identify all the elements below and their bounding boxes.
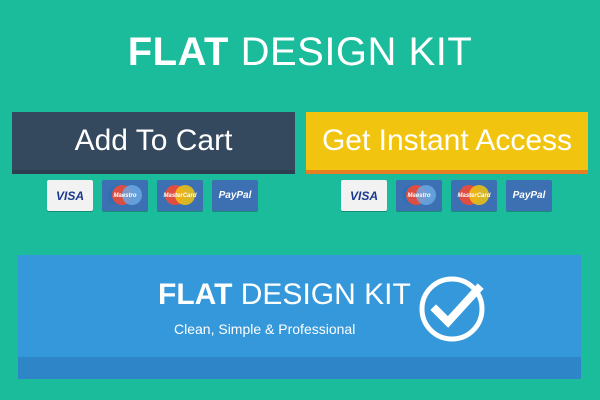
paypal-card-icon: PayPal (506, 180, 552, 211)
mastercard-label: MasterCard (457, 192, 491, 199)
mastercard-label: MasterCard (163, 192, 197, 199)
maestro-label: Maestro (113, 192, 137, 199)
checkmark-circle-icon (419, 276, 485, 342)
maestro-card-icon: Maestro (102, 180, 148, 211)
maestro-label: Maestro (407, 192, 431, 199)
mastercard-card-icon: MasterCard (157, 180, 203, 211)
banner-title-bold: FLAT (158, 278, 233, 311)
payment-cards-left: VISA Maestro MasterCard PayPal (47, 180, 258, 211)
visa-card-icon: VISA (341, 180, 387, 211)
visa-label: VISA (349, 188, 378, 203)
paypal-label: PayPal (512, 190, 546, 201)
mastercard-card-icon: MasterCard (451, 180, 497, 211)
banner-title-light: DESIGN KIT (232, 278, 411, 311)
maestro-card-icon: Maestro (396, 180, 442, 211)
banner-title: FLAT DESIGN KIT (158, 278, 411, 312)
paypal-card-icon: PayPal (212, 180, 258, 211)
banner-subtitle: Clean, Simple & Professional (174, 321, 356, 337)
visa-card-icon: VISA (47, 180, 93, 211)
title-light: DESIGN KIT (228, 30, 473, 74)
paypal-label: PayPal (218, 190, 252, 201)
add-to-cart-button[interactable]: Add To Cart (12, 112, 295, 174)
visa-label: VISA (55, 188, 84, 203)
payment-cards-right: VISA Maestro MasterCard PayPal (341, 180, 552, 211)
page-title: FLAT DESIGN KIT (0, 30, 600, 75)
banner-bottom-strip (18, 357, 581, 379)
title-bold: FLAT (127, 30, 229, 74)
get-instant-access-button[interactable]: Get Instant Access (306, 112, 588, 174)
